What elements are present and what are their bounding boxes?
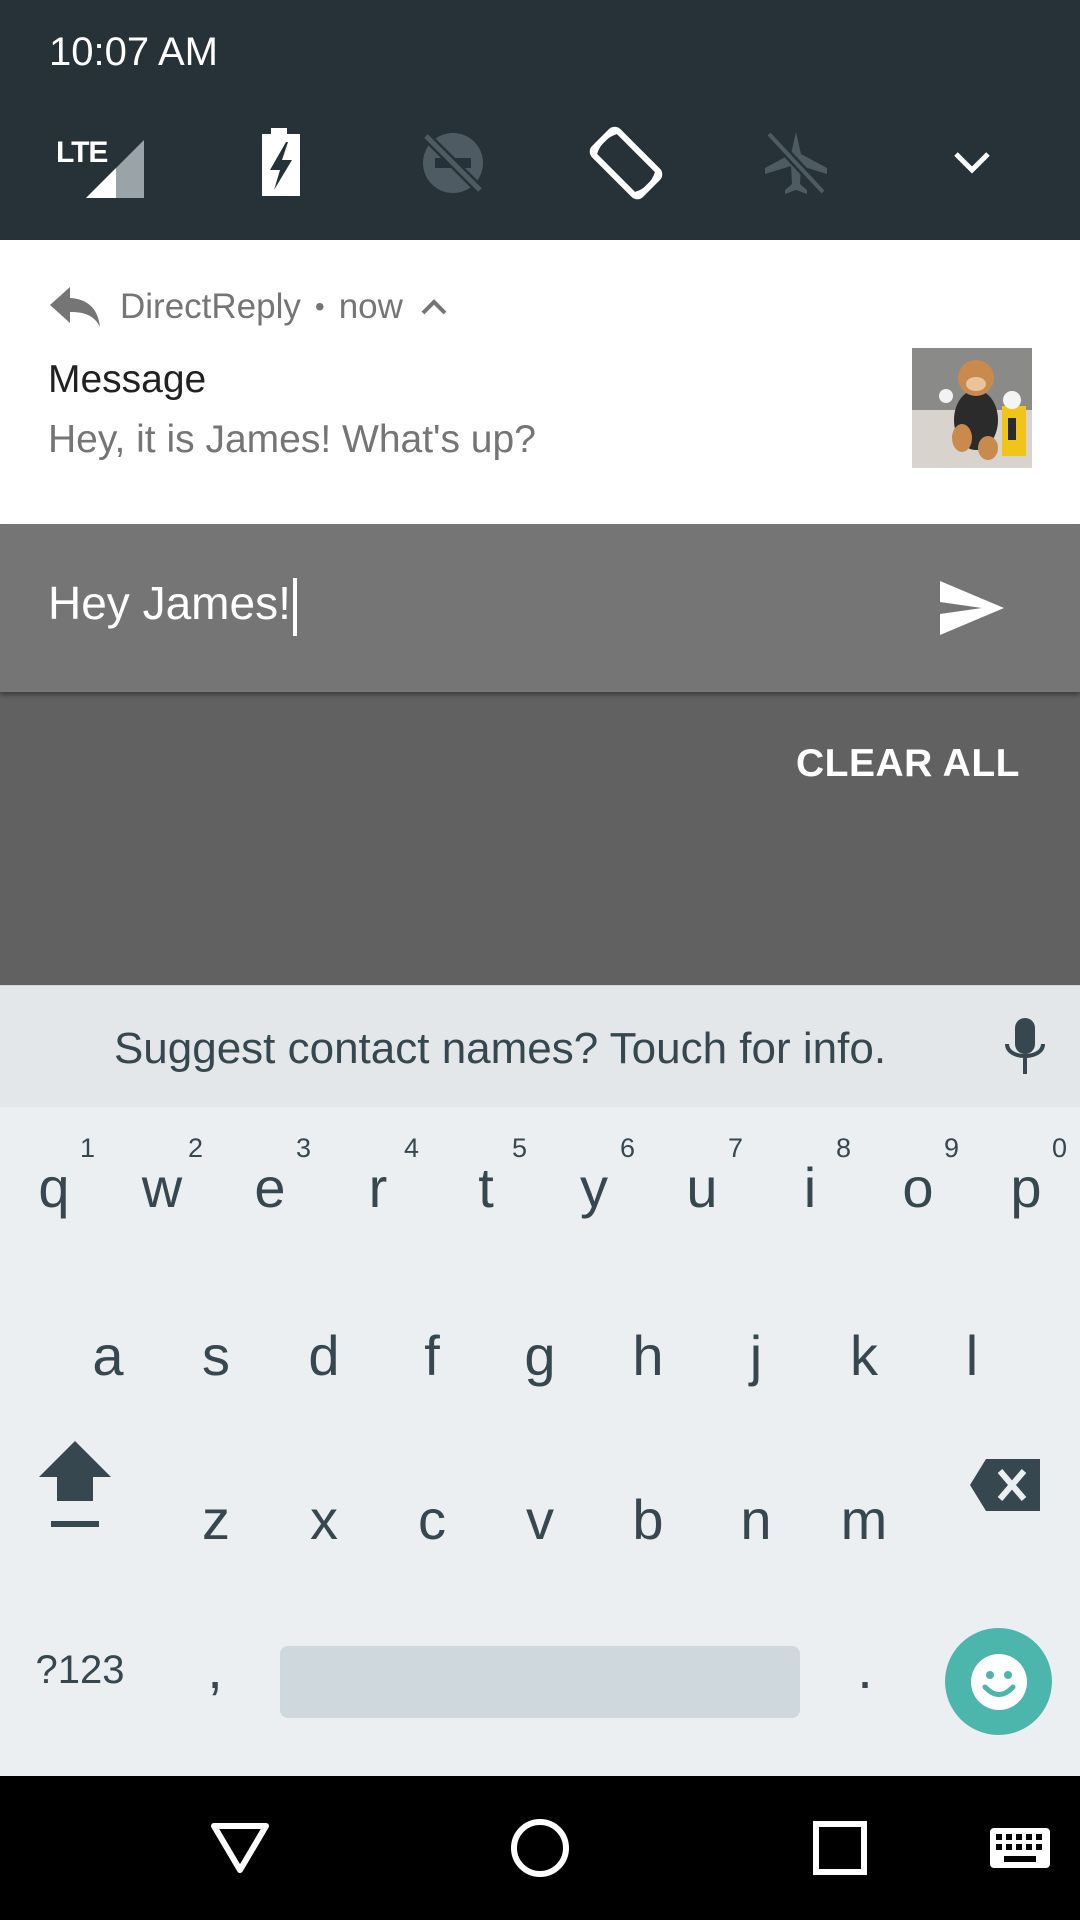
auto-rotate-icon	[589, 126, 663, 200]
backspace-icon	[970, 1459, 1040, 1511]
reply-input[interactable]: Hey James!	[48, 576, 297, 636]
expand-settings-button[interactable]	[927, 118, 1017, 208]
suggestion-text[interactable]: Suggest contact names? Touch for info.	[0, 1024, 1080, 1074]
notification-text: Hey, it is James! What's up?	[48, 418, 536, 461]
back-button[interactable]	[200, 1816, 280, 1880]
suggestion-strip: Suggest contact names? Touch for info.	[0, 985, 1080, 1107]
home-button[interactable]	[500, 1816, 580, 1880]
key-hint: 8	[836, 1133, 852, 1163]
key-f[interactable]: f	[378, 1275, 486, 1435]
smiley-icon	[970, 1653, 1027, 1710]
navigation-bar	[0, 1776, 1080, 1920]
key-o[interactable]: o	[864, 1107, 972, 1267]
airplane-mode-tile[interactable]	[751, 118, 841, 208]
notification-header: DirectReply • now	[48, 282, 449, 332]
chevron-up-icon[interactable]	[419, 297, 449, 317]
quick-settings-header: 10:07 AM LTE	[0, 0, 1080, 240]
key-p[interactable]: p	[972, 1107, 1080, 1267]
reply-icon	[50, 287, 100, 327]
header-separator: •	[314, 291, 325, 322]
do-not-disturb-tile[interactable]	[408, 118, 498, 208]
lte-signal-icon: LTE	[56, 128, 146, 198]
app-name: DirectReply	[120, 287, 301, 326]
auto-rotate-tile[interactable]	[581, 118, 671, 208]
key-z[interactable]: z	[162, 1439, 270, 1599]
recents-square-icon	[813, 1821, 867, 1875]
key-c[interactable]: c	[378, 1439, 486, 1599]
keyboard-icon	[990, 1828, 1050, 1868]
key-q[interactable]: q	[0, 1107, 108, 1267]
key-b[interactable]: b	[594, 1439, 702, 1599]
key-u[interactable]: u	[648, 1107, 756, 1267]
emoji-key[interactable]	[945, 1628, 1052, 1735]
key-k[interactable]: k	[810, 1275, 918, 1435]
key-m[interactable]: m	[810, 1439, 918, 1599]
key-hint: 7	[728, 1133, 744, 1163]
direct-reply-row: Hey James!	[0, 524, 1080, 692]
back-triangle-icon	[211, 1823, 269, 1873]
key-r[interactable]: r	[324, 1107, 432, 1267]
key-hint: 5	[512, 1133, 528, 1163]
key-hint: 1	[80, 1133, 96, 1163]
shift-icon	[39, 1441, 111, 1527]
chevron-down-icon	[954, 152, 990, 174]
clear-all-button[interactable]: CLEAR ALL	[796, 742, 1020, 786]
text-cursor	[292, 577, 297, 636]
space-bar[interactable]	[280, 1646, 800, 1718]
status-time: 10:07 AM	[49, 30, 219, 74]
battery-saver-icon	[262, 128, 300, 196]
key-t[interactable]: t	[432, 1107, 540, 1267]
key-v[interactable]: v	[486, 1439, 594, 1599]
lte-signal-tile[interactable]: LTE	[56, 118, 146, 208]
send-icon	[940, 581, 1004, 635]
key-i[interactable]: i	[756, 1107, 864, 1267]
notification-time: now	[338, 287, 403, 326]
notification-thumbnail	[912, 348, 1032, 468]
key-d[interactable]: d	[270, 1275, 378, 1435]
keyboard-switch-button[interactable]	[980, 1816, 1060, 1880]
key-s[interactable]: s	[162, 1275, 270, 1435]
send-button[interactable]	[926, 566, 1016, 650]
key-g[interactable]: g	[486, 1275, 594, 1435]
comma-key[interactable]: ,	[160, 1598, 270, 1738]
key-n[interactable]: n	[702, 1439, 810, 1599]
key-x[interactable]: x	[270, 1439, 378, 1599]
key-hint: 4	[404, 1133, 420, 1163]
key-hint: 3	[296, 1133, 312, 1163]
key-hint: 0	[1052, 1133, 1068, 1163]
key-hint: 9	[944, 1133, 960, 1163]
do-not-disturb-off-icon	[422, 132, 484, 194]
key-hint: 6	[620, 1133, 636, 1163]
microphone-icon	[1005, 1018, 1045, 1074]
key-h[interactable]: h	[594, 1275, 702, 1435]
recents-button[interactable]	[800, 1816, 880, 1880]
key-e[interactable]: e	[216, 1107, 324, 1267]
notification-card[interactable]: DirectReply • now Message Hey, it is Jam…	[0, 240, 1080, 524]
backspace-key[interactable]	[950, 1405, 1060, 1565]
symbols-key[interactable]: ?123	[20, 1630, 140, 1710]
home-circle-icon	[511, 1819, 569, 1877]
key-y[interactable]: y	[540, 1107, 648, 1267]
battery-saver-tile[interactable]	[236, 118, 326, 208]
shift-key[interactable]	[20, 1405, 130, 1565]
airplane-mode-off-icon	[765, 130, 827, 196]
voice-input-button[interactable]	[1000, 1016, 1050, 1085]
key-w[interactable]: w	[108, 1107, 216, 1267]
notification-title: Message	[48, 358, 207, 401]
period-key[interactable]: .	[810, 1598, 920, 1738]
key-hint: 2	[188, 1133, 204, 1163]
key-j[interactable]: j	[702, 1275, 810, 1435]
keyboard: Suggest contact names? Touch for info. q…	[0, 985, 1080, 1776]
